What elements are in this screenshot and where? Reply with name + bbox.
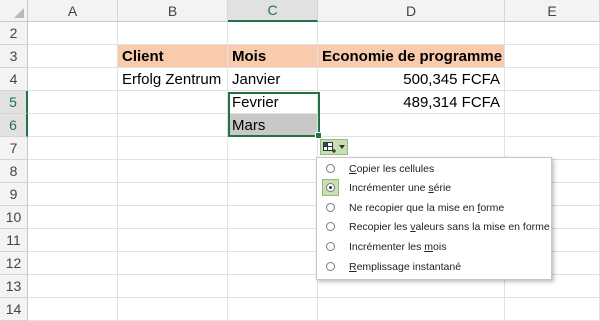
empty-cell[interactable]: [505, 45, 600, 68]
menu-item-remplissage-instantane[interactable]: Remplissage instantané: [317, 258, 551, 277]
empty-cell[interactable]: [118, 91, 228, 114]
radio-icon: [326, 262, 335, 271]
empty-cell[interactable]: [505, 68, 600, 91]
menu-item-copier-cellules[interactable]: Copier les cellules: [317, 160, 551, 179]
spreadsheet-grid: A B C D E 2 3 4 5 6 7 8 9 10 11 12 13 14…: [0, 0, 600, 321]
chevron-down-icon: [339, 145, 345, 149]
column-header-e[interactable]: E: [505, 0, 600, 22]
empty-cell[interactable]: [118, 183, 228, 206]
menu-item-mise-en-forme[interactable]: Ne recopier que la mise en forme: [317, 199, 551, 218]
empty-cell[interactable]: [228, 160, 318, 183]
empty-cell[interactable]: [28, 114, 118, 137]
empty-cell[interactable]: [228, 22, 318, 45]
empty-cell[interactable]: [28, 275, 118, 298]
empty-cell[interactable]: [28, 206, 118, 229]
empty-cell[interactable]: [28, 229, 118, 252]
empty-cell[interactable]: [28, 183, 118, 206]
header-cell-client[interactable]: Client: [118, 45, 228, 68]
menu-item-incrementer-mois[interactable]: Incrémenter les mois: [317, 238, 551, 257]
row-header-13[interactable]: 13: [0, 275, 28, 298]
empty-cell[interactable]: [228, 183, 318, 206]
empty-cell[interactable]: [118, 229, 228, 252]
cell-c6-mois[interactable]: Mars: [228, 114, 318, 137]
empty-cell[interactable]: [228, 252, 318, 275]
empty-cell[interactable]: [118, 275, 228, 298]
autofill-options-menu: Copier les cellules Incrémenter une séri…: [316, 157, 552, 280]
select-all-triangle-icon: [14, 8, 24, 18]
column-header-a[interactable]: A: [28, 0, 118, 22]
autofill-options-button[interactable]: [320, 139, 348, 155]
row-header-12[interactable]: 12: [0, 252, 28, 275]
row-header-9[interactable]: 9: [0, 183, 28, 206]
empty-cell[interactable]: [505, 114, 600, 137]
row-header-5[interactable]: 5: [0, 91, 28, 114]
empty-cell[interactable]: [28, 252, 118, 275]
empty-cell[interactable]: [228, 206, 318, 229]
column-header-d[interactable]: D: [318, 0, 505, 22]
empty-cell[interactable]: [118, 160, 228, 183]
empty-cell[interactable]: [28, 68, 118, 91]
header-cell-mois[interactable]: Mois: [228, 45, 318, 68]
cell-d4-amount[interactable]: 500,345 FCFA: [318, 68, 505, 91]
empty-cell[interactable]: [505, 22, 600, 45]
empty-cell[interactable]: [228, 298, 318, 321]
empty-cell[interactable]: [228, 229, 318, 252]
empty-cell[interactable]: [228, 137, 318, 160]
fill-handle[interactable]: [315, 132, 322, 139]
empty-cell[interactable]: [28, 22, 118, 45]
cell-c4-mois[interactable]: Janvier: [228, 68, 318, 91]
empty-cell[interactable]: [318, 114, 505, 137]
empty-cell[interactable]: [118, 206, 228, 229]
empty-cell[interactable]: [118, 137, 228, 160]
empty-cell[interactable]: [228, 275, 318, 298]
cell-c5-mois[interactable]: Fevrier: [228, 91, 318, 114]
row-header-6[interactable]: 6: [0, 114, 28, 137]
radio-icon: [326, 242, 335, 251]
empty-cell[interactable]: [118, 22, 228, 45]
empty-cell[interactable]: [28, 137, 118, 160]
row-header-8[interactable]: 8: [0, 160, 28, 183]
radio-icon: [326, 203, 335, 212]
menu-item-valeurs-sans-forme[interactable]: Recopier les valeurs sans la mise en for…: [317, 218, 551, 237]
empty-cell[interactable]: [118, 114, 228, 137]
column-header-c[interactable]: C: [228, 0, 318, 22]
select-all-corner[interactable]: [0, 0, 28, 22]
row-header-14[interactable]: 14: [0, 298, 28, 321]
radio-icon: [326, 164, 335, 173]
menu-item-incrementer-serie[interactable]: Incrémenter une série: [317, 179, 551, 198]
radio-checked-icon: [326, 183, 335, 192]
row-header-4[interactable]: 4: [0, 68, 28, 91]
header-cell-economie[interactable]: Economie de programme: [318, 45, 505, 68]
row-header-7[interactable]: 7: [0, 137, 28, 160]
row-header-10[interactable]: 10: [0, 206, 28, 229]
empty-cell[interactable]: [28, 160, 118, 183]
empty-cell[interactable]: [505, 91, 600, 114]
empty-cell[interactable]: [118, 252, 228, 275]
cell-d5-amount[interactable]: 489,314 FCFA: [318, 91, 505, 114]
row-header-11[interactable]: 11: [0, 229, 28, 252]
empty-cell[interactable]: [118, 298, 228, 321]
column-header-b[interactable]: B: [118, 0, 228, 22]
empty-cell[interactable]: [318, 22, 505, 45]
empty-cell[interactable]: [318, 298, 505, 321]
empty-cell[interactable]: [28, 298, 118, 321]
empty-cell[interactable]: [28, 45, 118, 68]
cell-b4-client[interactable]: Erfolg Zentrum: [118, 68, 228, 91]
radio-icon: [326, 222, 335, 231]
row-header-2[interactable]: 2: [0, 22, 28, 45]
empty-cell[interactable]: [28, 91, 118, 114]
row-header-3[interactable]: 3: [0, 45, 28, 68]
empty-cell[interactable]: [505, 298, 600, 321]
autofill-options-icon: [323, 141, 336, 153]
